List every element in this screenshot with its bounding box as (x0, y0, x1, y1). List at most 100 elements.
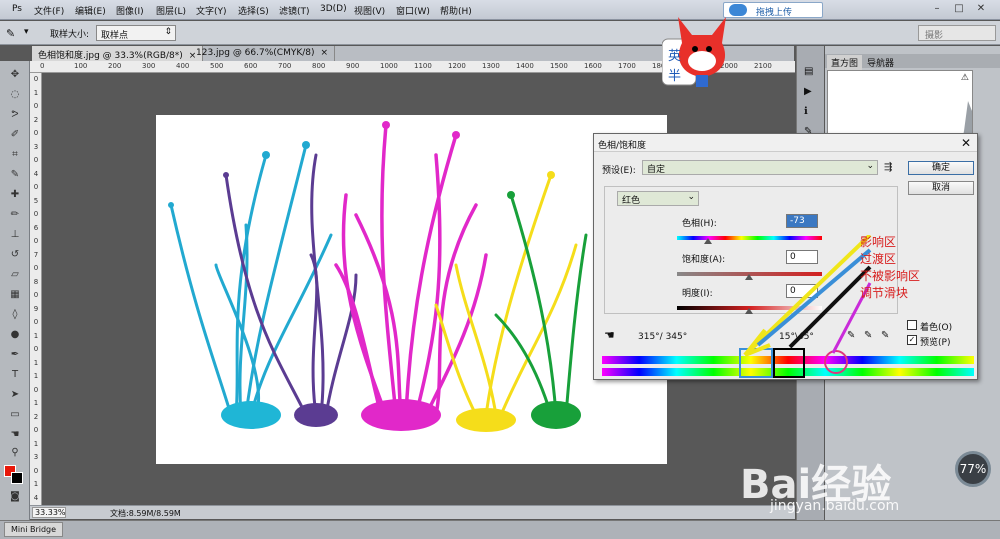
close-icon[interactable]: ✕ (974, 2, 988, 16)
menu-window[interactable]: 窗口(W) (396, 4, 430, 17)
menu-view[interactable]: 视图(V) (354, 4, 385, 17)
tab-histogram[interactable]: 直方图 (827, 55, 863, 70)
tab-document-1[interactable]: 色相饱和度.jpg @ 33.3%(RGB/8*) × (32, 46, 204, 61)
move-tool-icon[interactable]: ✥ (6, 69, 24, 83)
eraser-tool-icon[interactable]: ▱ (6, 269, 24, 283)
annotation-arrows (743, 235, 872, 357)
close-icon[interactable]: ✕ (961, 136, 971, 150)
quick-mask-icon[interactable]: ◙ (6, 491, 24, 505)
info-panel-icon[interactable]: ℹ (804, 106, 808, 117)
ruler-tick-label: 0 (33, 264, 39, 272)
tool-preset-chevron-icon[interactable]: ▾ (24, 27, 29, 37)
preset-select[interactable]: 自定 ⌄ (642, 160, 878, 175)
ruler-tick-label: 0 (33, 345, 39, 353)
ruler-tick-label: 5 (33, 196, 39, 205)
ruler-tick-label: 0 (33, 102, 39, 110)
tab-label: 色相饱和度.jpg @ 33.3%(RGB/8*) (38, 51, 183, 61)
actions-panel-icon[interactable]: ▶ (804, 86, 812, 97)
type-tool-icon[interactable]: T (6, 369, 24, 383)
ruler-tick-label: 0 (33, 318, 39, 326)
mascot-sticker: 英 半 (661, 13, 742, 91)
maximize-icon[interactable]: □ (952, 2, 966, 16)
preset-options-icon[interactable]: ⇶ (884, 162, 892, 173)
ps-logo: Ps (12, 4, 22, 14)
ruler-tick-label: 600 (244, 62, 258, 70)
channel-value: 红色 (622, 196, 641, 206)
ruler-tick-label: 1 (33, 399, 39, 407)
history-brush-icon[interactable]: ↺ (6, 249, 24, 263)
dialog-title: 色相/饱和度 (598, 141, 647, 151)
ruler-tick-label: 500 (210, 62, 224, 70)
zoom-tool-icon[interactable]: ⚲ (6, 447, 24, 461)
marquee-tool-icon[interactable]: ◌ (6, 89, 24, 103)
ruler-tick-label: 0 (33, 385, 39, 394)
annotation-affected-area: 影响区 (860, 235, 897, 249)
document-size: 文档:8.59M/8.59M (110, 509, 181, 518)
workspace-select[interactable]: 摄影 (918, 25, 996, 41)
mini-bridge-tab[interactable]: Mini Bridge (4, 522, 64, 537)
menu-filter[interactable]: 滤镜(T) (279, 4, 310, 17)
crop-tool-icon[interactable]: ⌗ (6, 149, 24, 163)
ruler-tick-label: 7 (33, 250, 39, 259)
healing-tool-icon[interactable]: ✚ (6, 189, 24, 203)
menu-edit[interactable]: 编辑(E) (75, 4, 106, 17)
eyedropper-tool-icon[interactable]: ✎ (6, 27, 15, 40)
ruler-tick-label: 0 (33, 237, 39, 245)
ruler-tick-label: 1100 (414, 62, 432, 70)
menu-type[interactable]: 文字(Y) (196, 4, 227, 17)
ruler-tick-label: 400 (176, 62, 190, 70)
path-select-tool-icon[interactable]: ➤ (6, 389, 24, 403)
menu-3d[interactable]: 3D(D) (320, 4, 347, 14)
history-panel-icon[interactable]: ▤ (804, 66, 813, 77)
menu-image[interactable]: 图像(I) (116, 4, 144, 17)
tab-document-2[interactable]: 123.jpg @ 66.7%(CMYK/8) × (190, 46, 336, 61)
dodge-tool-icon[interactable]: ● (6, 329, 24, 343)
menu-file[interactable]: 文件(F) (34, 4, 64, 17)
ruler-tick-label: 300 (142, 62, 156, 70)
ruler-tick-label: 9 (33, 304, 39, 313)
eyedropper-minus-icon[interactable]: ✎ (881, 330, 889, 341)
baidu-url: jingyan.baidu.com (770, 498, 900, 514)
background-color-swatch[interactable] (11, 472, 23, 484)
hand-tool-icon[interactable]: ☚ (6, 429, 24, 443)
menu-help[interactable]: 帮助(H) (440, 4, 472, 17)
mascot-text-1: 英 (668, 49, 682, 64)
lasso-tool-icon[interactable]: ᕗ (6, 109, 24, 123)
preview-checkbox[interactable]: ✓ (907, 335, 917, 345)
quick-select-tool-icon[interactable]: ✐ (6, 129, 24, 143)
ruler-tick-label: 0 (33, 291, 39, 299)
ok-button[interactable]: 确定 (908, 161, 974, 175)
brush-tool-icon[interactable]: ✏ (6, 209, 24, 223)
zoom-field[interactable]: 33.33% (32, 507, 66, 518)
stamp-tool-icon[interactable]: ⊥ (6, 229, 24, 243)
ruler-tick-label: 3 (33, 453, 39, 461)
menu-layer[interactable]: 图层(L) (156, 4, 186, 17)
ruler-tick-label: 2 (33, 412, 39, 421)
ruler-tick-label: 700 (278, 62, 292, 70)
ruler-tick-label: 0 (33, 466, 39, 475)
warning-icon[interactable]: ⚠ (961, 73, 969, 83)
ruler-tick-label: 1 (33, 439, 39, 448)
performance-badge: 77% (955, 451, 991, 487)
upload-label: 拖拽上传 (756, 8, 793, 18)
menu-select[interactable]: 选择(S) (238, 4, 269, 17)
colorize-checkbox[interactable] (907, 320, 917, 330)
sample-size-select[interactable]: 取样点 ⇕ (96, 25, 176, 41)
ruler-tick-label: 1600 (584, 62, 602, 70)
blur-tool-icon[interactable]: ◊ (6, 309, 24, 323)
ruler-tick-label: 900 (346, 62, 360, 70)
ruler-tick-label: 0 (33, 129, 39, 137)
sample-size-label: 取样大小: (50, 30, 90, 40)
cancel-button[interactable]: 取消 (908, 181, 974, 195)
gradient-tool-icon[interactable]: ▦ (6, 289, 24, 303)
preset-value: 自定 (647, 165, 666, 175)
tab-navigator[interactable]: 导航器 (863, 55, 898, 70)
channel-select[interactable]: 红色 ⌄ (617, 191, 699, 206)
minimize-icon[interactable]: – (930, 2, 944, 16)
pen-tool-icon[interactable]: ✒ (6, 349, 24, 363)
ruler-tick-label: 3 (33, 142, 39, 151)
shape-tool-icon[interactable]: ▭ (6, 409, 24, 423)
eyedropper-tool-icon[interactable]: ✎ (6, 169, 24, 183)
close-icon[interactable]: × (321, 48, 329, 58)
hue-input[interactable]: -73 (786, 214, 818, 228)
